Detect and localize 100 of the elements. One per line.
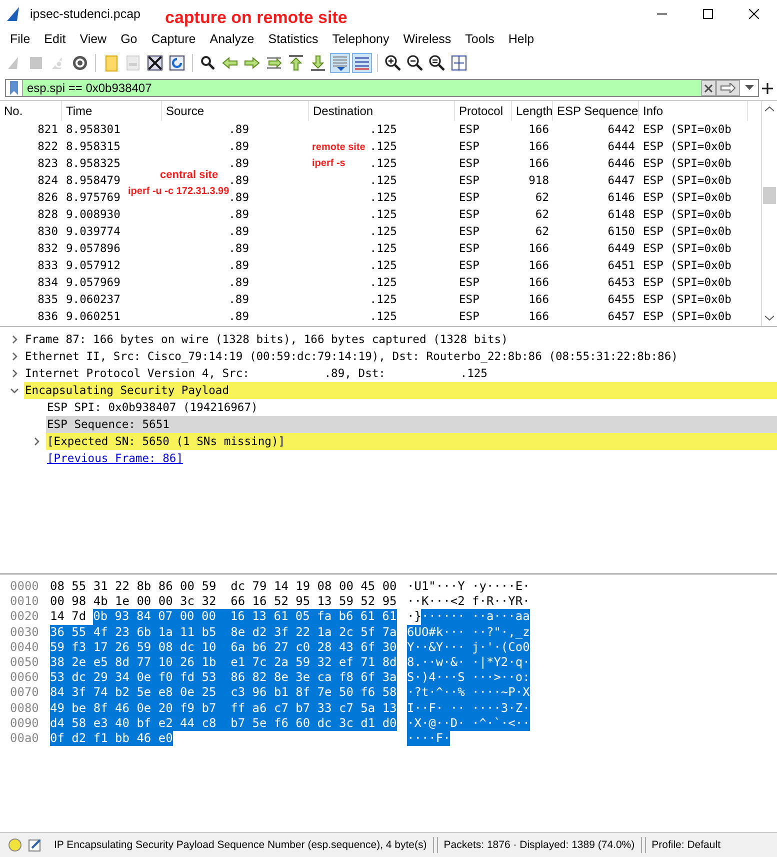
ascii-bytes: ·X·@··D· ·^·`·<·· [407, 716, 530, 731]
table-cell: 830 [38, 225, 58, 238]
ascii-bytes: I··F· ·· ····3·Z· [407, 700, 530, 716]
table-cell: .89 [228, 157, 249, 170]
column-header[interactable]: ESP Sequence [553, 101, 639, 121]
scroll-up-icon[interactable] [765, 106, 774, 112]
expert-info-icon[interactable] [8, 838, 22, 852]
table-cell: 6148 [608, 208, 635, 221]
table-cell: 8.958315 [66, 140, 120, 153]
close-icon[interactable] [749, 9, 759, 19]
frame-link[interactable]: [Previous Frame: 86] [47, 452, 184, 465]
ascii-bytes: ·?t·^··% ····~P·X [407, 685, 530, 700]
ascii-bytes: S·)4···S ···>··o: [407, 670, 530, 686]
ascii-bytes: 6UO#k··· ··?"·,_z [407, 624, 530, 640]
menu-item[interactable]: Go [114, 32, 144, 46]
table-cell: 918 [528, 174, 549, 187]
table-cell: ESP (SPI=0x0b [643, 123, 732, 136]
tree-item[interactable]: ESP Sequence: 5651 [46, 416, 777, 433]
table-cell: 6447 [608, 174, 635, 187]
ascii-bytes: 8.··w·&· ·|*Y2·q· [407, 654, 530, 670]
apply-button[interactable] [716, 80, 740, 96]
column-header[interactable]: Protocol [455, 101, 512, 121]
bookmark-icon[interactable] [10, 81, 18, 95]
edit-icon[interactable] [28, 838, 42, 852]
resize-columns-icon[interactable] [449, 53, 469, 73]
add-icon[interactable] [762, 82, 773, 94]
table-cell: 836 [38, 310, 58, 323]
scroll-thumb[interactable] [763, 187, 776, 204]
annotation-text: central site [160, 169, 218, 181]
close-file-icon[interactable] [145, 53, 165, 73]
last-icon[interactable] [308, 53, 328, 73]
tree-item[interactable]: [Expected SN: 5650 (1 SNs missing)] [46, 433, 777, 450]
menu-item[interactable]: View [72, 32, 114, 46]
menu-item[interactable]: Statistics [261, 32, 326, 46]
byte-offset: 0040 [9, 640, 40, 655]
table-cell: 8.958301 [66, 123, 120, 136]
filter-bar[interactable]: esp.spi == 0x0b938407 [5, 79, 759, 97]
hex-bytes: d4 58 e3 40 bf e2 44 c8 b7 5e f6 60 dc 3c d1 d0 [50, 716, 397, 731]
menu-item[interactable]: Capture [144, 32, 203, 46]
tree-item[interactable]: Frame 87: 166 bytes on wire (1328 bits), 166 bytes captured (1328 bits) [24, 331, 777, 348]
menu-item[interactable]: File [3, 32, 38, 46]
table-cell: .125 [370, 225, 397, 238]
menu-item[interactable]: Analyze [202, 32, 262, 46]
byte-offset: 0070 [9, 685, 40, 700]
table-cell: .89 [228, 242, 249, 255]
menu-item[interactable]: Edit [37, 32, 73, 46]
menu-item[interactable]: Wireless [396, 32, 458, 46]
first-icon[interactable] [286, 53, 306, 73]
hex-bytes: 08 55 31 22 8b 86 00 59 dc 79 14 19 08 00 45 00 [50, 579, 397, 594]
table-cell: 832 [38, 242, 58, 255]
table-cell: 6457 [608, 310, 635, 323]
column-header[interactable]: Source [162, 101, 309, 121]
table-cell: 166 [528, 293, 549, 306]
ascii-bytes: ··K···<2 f·R··YR· [407, 594, 530, 610]
table-cell: ESP [459, 123, 480, 136]
table-cell: ESP (SPI=0x0b [643, 259, 732, 272]
table-cell: ESP [459, 191, 480, 204]
menu-item[interactable]: Help [501, 32, 542, 46]
caret-icon[interactable] [744, 85, 754, 91]
table-cell: 835 [38, 293, 58, 306]
options-icon[interactable] [70, 53, 90, 73]
zoom-normal-icon[interactable] [427, 53, 447, 73]
column-header[interactable]: Destination [309, 101, 455, 121]
table-cell: .89 [228, 174, 249, 187]
table-cell: 6442 [608, 123, 635, 136]
display-filter-field[interactable]: esp.spi == 0x0b938407 [23, 81, 701, 95]
table-cell: ESP [459, 208, 480, 221]
table-cell: 166 [528, 242, 549, 255]
column-header[interactable]: Time [62, 101, 162, 121]
field-info: IP Encapsulating Security Payload Sequence Number (esp.sequence), 4 byte(s) [54, 839, 427, 851]
table-cell: 9.057896 [66, 242, 120, 255]
tree-item[interactable]: Ethernet II, Src: Cisco_79:14:19 (00:59:dc:79:14:19), Dst: Routerbo_22:8b:86 (08:55:31:22:8b:86) [24, 348, 777, 365]
table-cell: 8.958325 [66, 157, 120, 170]
clear-icon[interactable] [704, 84, 713, 92]
tree-item[interactable]: Internet Protocol Version 4, Src: .89, Dst: .125 [24, 365, 777, 382]
menu-item[interactable]: Tools [458, 32, 502, 46]
clear-button[interactable] [701, 80, 716, 96]
reload-icon[interactable] [167, 53, 187, 73]
column-header[interactable]: Length [512, 101, 553, 121]
ascii-bytes: ······ ··a···aa [421, 609, 530, 625]
table-cell: 62 [535, 191, 549, 204]
profile-label[interactable]: Profile: Default [652, 839, 720, 851]
scrollbar[interactable] [761, 101, 777, 326]
table-cell: .89 [228, 225, 249, 238]
zoom-in-icon[interactable] [383, 53, 403, 73]
menu-item[interactable]: Telephony [325, 32, 396, 46]
column-header[interactable]: Info [639, 101, 748, 121]
table-cell: 9.057969 [66, 276, 120, 289]
autoscroll-icon[interactable] [330, 53, 350, 73]
zoom-out-icon[interactable] [405, 53, 425, 73]
tree-item[interactable]: Encapsulating Security Payload [24, 382, 777, 399]
colorize-icon[interactable] [352, 53, 372, 73]
table-cell: 62 [535, 208, 549, 221]
table-cell: 62 [535, 225, 549, 238]
scroll-down-icon[interactable] [765, 315, 774, 321]
arrow-icon[interactable] [720, 83, 736, 93]
table-cell: .89 [228, 276, 249, 289]
maximize-icon[interactable] [703, 9, 713, 19]
column-header[interactable]: No. [0, 101, 62, 121]
tree-item[interactable]: ESP SPI: 0x0b938407 (194216967) [46, 399, 777, 416]
